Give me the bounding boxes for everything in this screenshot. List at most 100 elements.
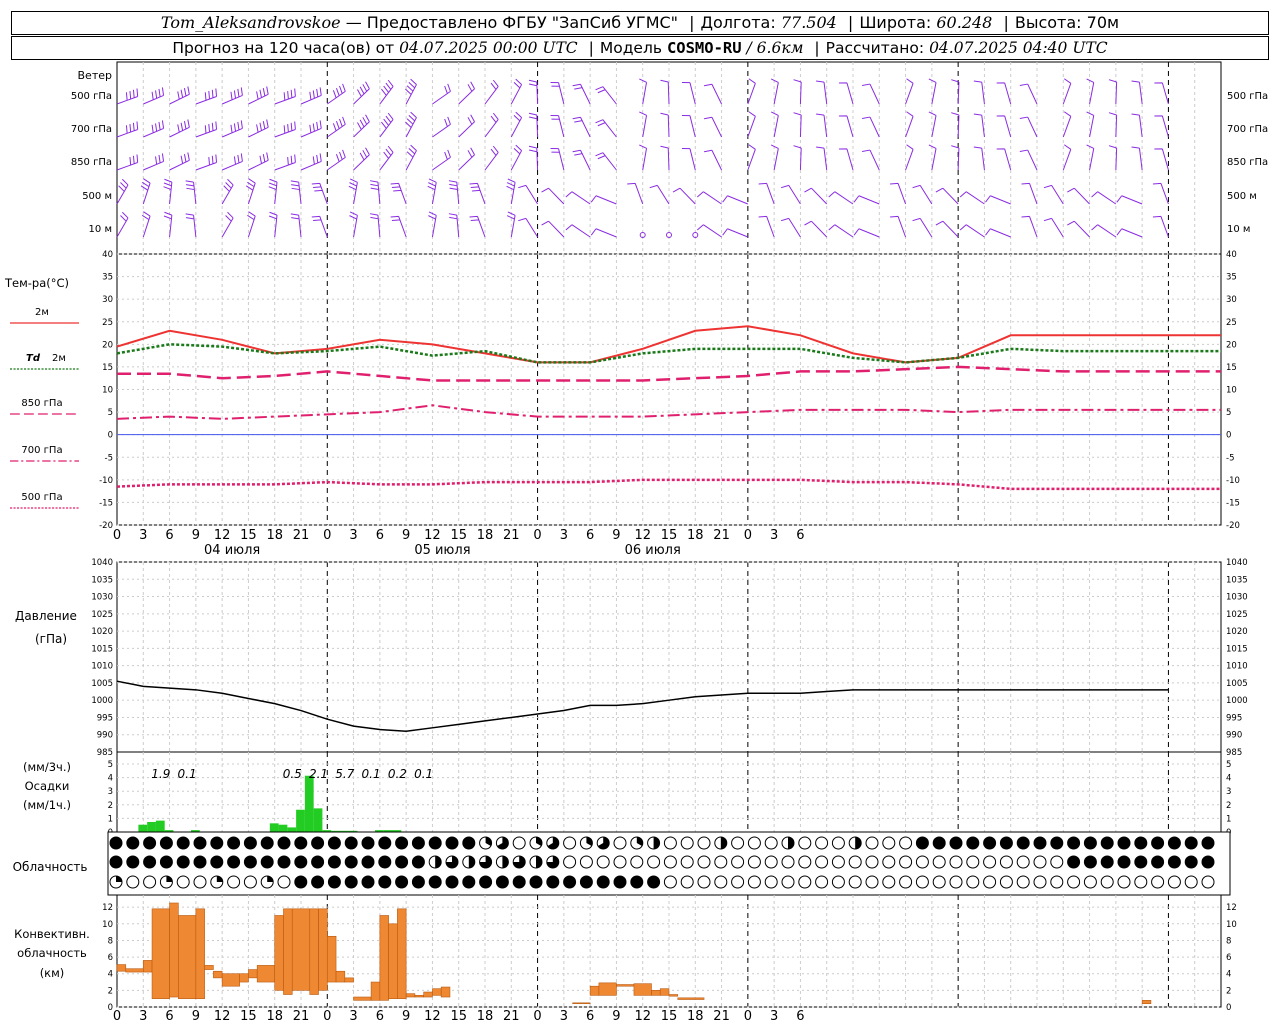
wind-barb (747, 144, 756, 171)
temp-panel-ytick-left: 30 (102, 295, 113, 305)
temp-hour-tick: 0 (744, 528, 752, 543)
wind-barb (353, 81, 370, 105)
precip-bar (304, 775, 314, 833)
cloud-symbol (1184, 836, 1198, 850)
wind-barb (484, 112, 499, 138)
pressure-panel-ytick-right: 1040 (1226, 558, 1248, 568)
wind-barb (816, 113, 828, 138)
wind-barb (248, 86, 269, 105)
wind-barb (326, 83, 346, 105)
cloud-symbol (563, 875, 577, 889)
wind-barb (311, 182, 328, 205)
temp-panel-ytick-left: 20 (102, 340, 113, 350)
temp-panel-ytick-right: 20 (1226, 340, 1237, 350)
cloud-symbol (176, 855, 190, 869)
temp-hour-tick: 6 (796, 528, 804, 543)
cloud-symbol (831, 855, 845, 869)
cloud-symbol (1050, 836, 1064, 850)
convective-panel-ytick-right: 4 (1226, 970, 1231, 980)
temp-hour-tick: 6 (165, 528, 173, 543)
wind-barb (660, 145, 670, 171)
wind-barb (369, 180, 381, 205)
cloud-symbol (949, 855, 963, 869)
cloud-symbol (563, 836, 577, 850)
cloud-symbol (663, 855, 677, 869)
cloud-symbol (815, 855, 829, 869)
convective-bar (309, 908, 319, 995)
cloud-symbol (512, 875, 526, 889)
wind-barb (248, 152, 269, 171)
pressure-panel-ytick-right: 1015 (1226, 644, 1248, 654)
wind-barb (169, 119, 190, 138)
cloud-symbol (731, 855, 745, 869)
wind-barb (828, 224, 854, 238)
wind-barb (510, 144, 523, 171)
convective-bar (213, 970, 223, 979)
wind-barb (985, 228, 1011, 238)
cloud-symbol (361, 836, 375, 850)
wind-barb (722, 195, 749, 205)
cloud-symbol (1167, 836, 1181, 850)
wind-level-label-right: 10 м (1227, 224, 1250, 235)
wind-barb (550, 115, 565, 138)
cloud-symbol (344, 855, 358, 869)
wind-barb (928, 111, 937, 138)
wind-barb (469, 182, 486, 205)
cloud-symbol (344, 836, 358, 850)
wind-barb (1131, 146, 1143, 171)
cloud-symbol (915, 875, 929, 889)
wind-barb (681, 115, 696, 138)
cloud-symbol (411, 836, 425, 850)
wind-barb (300, 153, 322, 171)
pressure-panel-ytick-left: 1040 (91, 558, 113, 568)
pressure-panel-ytick-right: 1000 (1226, 696, 1248, 706)
wind-barb (550, 148, 565, 171)
wind-barb (116, 154, 139, 171)
cloud-symbol (227, 836, 241, 850)
wind-barb (116, 88, 139, 105)
convective-hour-tick: 12 (214, 1009, 231, 1024)
wind-barb (311, 215, 328, 238)
cloud-symbol (210, 836, 224, 850)
wind-barb (905, 111, 914, 138)
cloud-symbol (899, 855, 913, 869)
cloud-symbol (663, 875, 677, 889)
wind-barb (1116, 195, 1143, 205)
convective-hour-tick: 9 (612, 1009, 620, 1024)
cloud-symbol (143, 855, 157, 869)
convective-bar (668, 994, 679, 997)
wind-barb (379, 79, 394, 105)
cloud-symbol (747, 836, 761, 850)
cloud-symbol (1067, 836, 1081, 850)
cloud-symbol (1033, 836, 1047, 850)
cloud-symbol (731, 836, 745, 850)
temp-hour-tick: 21 (293, 528, 310, 543)
wind-barb (1086, 78, 1095, 105)
convective-bar (256, 965, 276, 983)
convective-hour-tick: 3 (770, 1009, 778, 1024)
cloud-symbol (210, 855, 224, 869)
day-label: 06 июля (625, 543, 681, 558)
convective-bar (379, 915, 389, 1001)
cloud-symbol (966, 855, 980, 869)
convective-panel-ytick-right: 10 (1226, 920, 1237, 930)
wind-barb (353, 114, 370, 138)
wind-barb (935, 187, 959, 205)
wind-barb (660, 79, 670, 105)
pressure-panel-ytick-left: 1025 (91, 610, 113, 620)
cloud-symbol (1050, 875, 1064, 889)
wind-barb (1086, 144, 1095, 171)
cloud-symbol (714, 855, 728, 869)
wind-barb (163, 178, 173, 205)
pressure-title: Давление (15, 609, 77, 623)
cloud-symbol (579, 875, 593, 889)
cloud-symbol (932, 875, 946, 889)
cloud-symbol (294, 875, 308, 889)
cloud-symbol (327, 875, 341, 889)
wind-barb (221, 87, 243, 105)
cloud-symbol (613, 855, 627, 869)
cloud-symbol (882, 836, 896, 850)
wind-barb (1062, 144, 1072, 171)
wind-barb (590, 195, 617, 205)
cloud-symbol (1117, 855, 1131, 869)
